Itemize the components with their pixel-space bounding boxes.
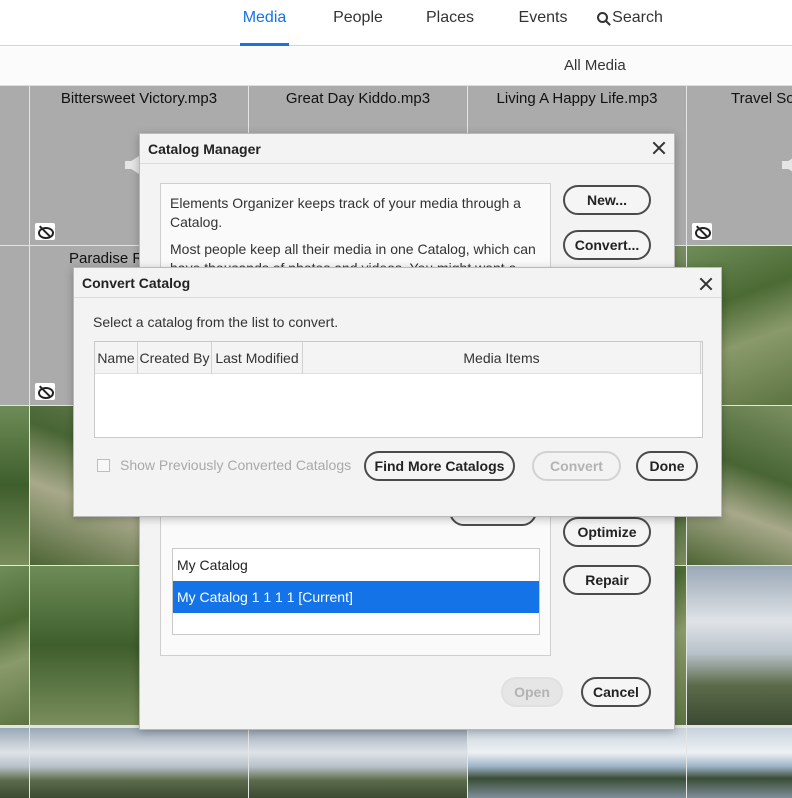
tab-media[interactable]: Media [240,0,289,46]
catalog-list-item[interactable]: My Catalog [173,549,539,581]
repair-button[interactable]: Repair [563,565,651,595]
column-header-last-modified[interactable]: Last Modified [212,342,303,374]
catalog-table[interactable]: Name Created By Last Modified Media Item… [94,341,703,438]
photo-tile[interactable] [468,728,686,798]
hidden-eye-icon[interactable] [692,223,712,240]
catalog-manager-titlebar: Catalog Manager [140,134,674,164]
optimize-button[interactable]: Optimize [563,517,651,547]
search-label: Search [612,9,663,26]
convert-catalog-title: Convert Catalog [82,275,191,291]
top-navigation: Media People Places Events Search [0,0,792,46]
media-tile[interactable] [0,86,29,245]
media-tile-name: Living A Happy Life.mp3 [496,90,658,107]
photo-tile[interactable] [0,728,29,798]
media-tile-name: Great Day Kiddo.mp3 [285,90,431,107]
media-tile[interactable] [0,246,29,405]
show-previous-checkbox[interactable] [97,459,110,472]
media-subbar: All Media [0,47,792,86]
catalog-description-more: Most people keep all their media in one … [170,241,536,270]
column-header-media-items[interactable]: Media Items [303,342,701,374]
column-header-name[interactable]: Name [95,342,138,374]
photo-tile[interactable] [0,406,29,565]
open-button[interactable]: Open [501,677,563,707]
tab-places[interactable]: Places [424,0,476,46]
convert-button[interactable]: Convert [532,451,621,481]
new-catalog-button[interactable]: New... [563,185,651,215]
search-tab[interactable]: Search [596,0,664,46]
hidden-eye-icon[interactable] [35,383,55,400]
media-tile-name: Travel So [731,90,792,107]
close-icon[interactable] [699,277,713,291]
catalog-manager-title: Catalog Manager [148,141,261,157]
convert-catalog-dialog: Convert Catalog Select a catalog from th… [73,267,722,517]
photo-tile[interactable] [687,566,792,725]
photo-tile[interactable] [687,728,792,798]
convert-catalog-titlebar: Convert Catalog [74,268,721,298]
tab-events[interactable]: Events [516,0,570,46]
close-icon[interactable] [652,141,666,155]
catalog-table-header: Name Created By Last Modified Media Item… [95,342,702,374]
audio-icon [125,156,139,174]
media-tile-name: Bittersweet Victory.mp3 [60,90,218,107]
audio-icon [782,156,792,174]
photo-tile[interactable] [0,566,29,725]
convert-catalog-button[interactable]: Convert... [563,230,651,260]
all-media-label: All Media [564,57,626,74]
photo-tile[interactable] [249,728,467,798]
column-header-created-by[interactable]: Created By [138,342,212,374]
search-icon [597,12,609,23]
cancel-button[interactable]: Cancel [581,677,651,707]
convert-prompt: Select a catalog from the list to conver… [93,314,339,330]
done-button[interactable]: Done [636,451,698,481]
show-previous-label: Show Previously Converted Catalogs [120,457,352,473]
catalog-list[interactable]: My Catalog My Catalog 1 1 1 1 [Current] [172,548,540,635]
photo-tile[interactable] [30,728,248,798]
find-more-catalogs-button[interactable]: Find More Catalogs [364,451,515,481]
catalog-list-item-selected[interactable]: My Catalog 1 1 1 1 [Current] [173,581,539,613]
media-tile[interactable]: Travel So [687,86,792,245]
tab-people[interactable]: People [330,0,386,46]
catalog-description: Elements Organizer keeps track of your m… [170,195,521,230]
hidden-eye-icon[interactable] [35,223,55,240]
